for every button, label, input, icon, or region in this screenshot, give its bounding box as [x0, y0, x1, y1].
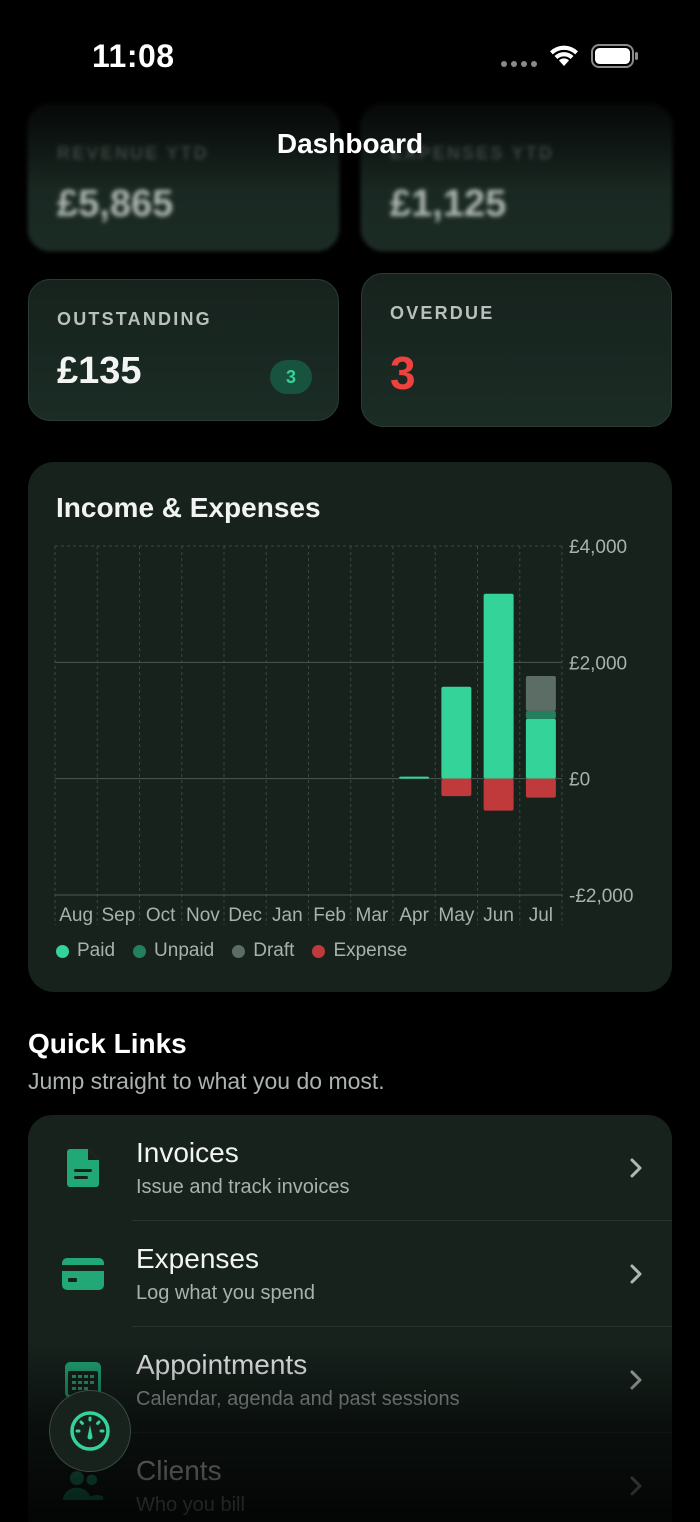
- overdue-value: 3: [390, 347, 416, 399]
- chart-y-tick-label: £2,000: [569, 653, 627, 674]
- chart-x-tick-label: Mar: [356, 905, 389, 926]
- chart-bar-expense-may: [441, 778, 472, 797]
- legend-label: Draft: [253, 940, 295, 961]
- chevron-right-icon: [630, 1264, 642, 1284]
- document-icon: [62, 1147, 104, 1189]
- chart-y-tick-label: £0: [569, 770, 590, 791]
- legend-dot: [56, 944, 69, 958]
- quick-link-title: Appointments: [136, 1349, 308, 1380]
- status-bar: 11:08: [0, 0, 700, 110]
- expenses-ytd-card[interactable]: EXPENSES YTD £1,125: [361, 104, 672, 251]
- status-time: 11:08: [92, 38, 175, 74]
- legend-item-unpaid: Unpaid: [133, 940, 214, 962]
- page-title: Dashboard: [276, 128, 424, 159]
- chart-x-tick-label: Jun: [483, 905, 514, 926]
- legend-dot: [133, 944, 147, 958]
- legend-label: Unpaid: [154, 940, 215, 961]
- chevron-right-icon: [630, 1370, 642, 1390]
- chart-bar-paid-may: [441, 686, 472, 779]
- legend-item-draft: Draft: [232, 940, 294, 962]
- chart-y-tick-label: -£2,000: [569, 886, 633, 907]
- overdue-card[interactable]: OVERDUE 3: [361, 273, 672, 427]
- battery-icon: [591, 44, 638, 68]
- chart-x-tick-label: Nov: [186, 905, 220, 926]
- chart-y-tick-label: £4,000: [569, 537, 627, 558]
- legend-dot: [312, 944, 326, 958]
- cellular-icon: [501, 61, 537, 67]
- chart-x-tick-label: Jul: [529, 905, 553, 926]
- chart-legend: Paid Unpaid Draft Expense: [56, 940, 407, 962]
- quick-link-expenses[interactable]: Expenses Log what you spend: [28, 1221, 672, 1327]
- outstanding-value: £135: [57, 350, 142, 392]
- quick-link-title: Clients: [136, 1455, 222, 1486]
- chart-bar-unpaid-jul: [525, 710, 556, 719]
- chart-x-tick-label: Feb: [313, 905, 346, 926]
- chart-x-tick-label: Jan: [272, 905, 303, 926]
- card-icon: [62, 1253, 104, 1295]
- chart-x-tick-label: Aug: [59, 905, 93, 926]
- quick-link-title: Expenses: [136, 1243, 259, 1274]
- chart-bar-paid-jul: [525, 718, 556, 779]
- quick-link-subtitle: Calendar, agenda and past sessions: [136, 1388, 460, 1410]
- dashboard-fab-button[interactable]: [49, 1390, 131, 1472]
- revenue-ytd-card[interactable]: REVENUE YTD £5,865: [28, 104, 339, 251]
- quick-link-subtitle: Who you bill: [136, 1494, 245, 1516]
- chart-x-tick-label: Sep: [101, 905, 135, 926]
- income-expenses-chart: Income & Expenses £4,000 £2,000 £0 -£2,000 A…: [28, 462, 672, 992]
- outstanding-label: OUTSTANDING: [57, 309, 212, 329]
- revenue-ytd-value: £5,865: [57, 183, 174, 225]
- chart-bar-paid-jun: [483, 593, 514, 779]
- chart-bar-draft-jul: [525, 676, 556, 711]
- chart-x-tick-label: May: [438, 905, 474, 926]
- legend-item-paid: Paid: [56, 940, 115, 962]
- wifi-icon: [550, 45, 578, 66]
- legend-label: Paid: [77, 940, 116, 961]
- gauge-icon: [70, 1411, 110, 1451]
- chart-bar-expense-jul: [525, 778, 556, 798]
- quick-links-title: Quick Links: [28, 1028, 187, 1059]
- chart-plot: £4,000 £2,000 £0 -£2,000 Aug Sep Oct Nov Dec Jan F…: [54, 537, 633, 926]
- quick-link-subtitle: Log what you spend: [136, 1282, 316, 1304]
- outstanding-card[interactable]: OUTSTANDING £135 3: [28, 279, 339, 421]
- legend-item-expense: Expense: [312, 940, 407, 962]
- expenses-ytd-value: £1,125: [390, 183, 507, 225]
- quick-link-invoices[interactable]: Invoices Issue and track invoices: [28, 1115, 672, 1221]
- quick-link-title: Invoices: [136, 1137, 239, 1168]
- overdue-label: OVERDUE: [390, 303, 495, 323]
- quick-links-subtitle: Jump straight to what you do most.: [28, 1068, 385, 1094]
- legend-label: Expense: [333, 940, 408, 961]
- chart-bar-paid-apr: [399, 776, 430, 779]
- quick-links-list: Invoices Issue and track invoices Expens…: [28, 1115, 672, 1522]
- chevron-right-icon: [630, 1158, 642, 1178]
- chart-x-tick-label: Dec: [228, 905, 262, 926]
- chevron-right-icon: [630, 1476, 642, 1496]
- chart-bar-expense-jun: [483, 778, 514, 811]
- legend-dot: [232, 944, 246, 958]
- chart-x-tick-label: Oct: [146, 905, 176, 926]
- quick-link-subtitle: Issue and track invoices: [136, 1176, 350, 1198]
- chart-x-tick-label: Apr: [399, 905, 429, 926]
- outstanding-count-badge: 3: [270, 360, 312, 394]
